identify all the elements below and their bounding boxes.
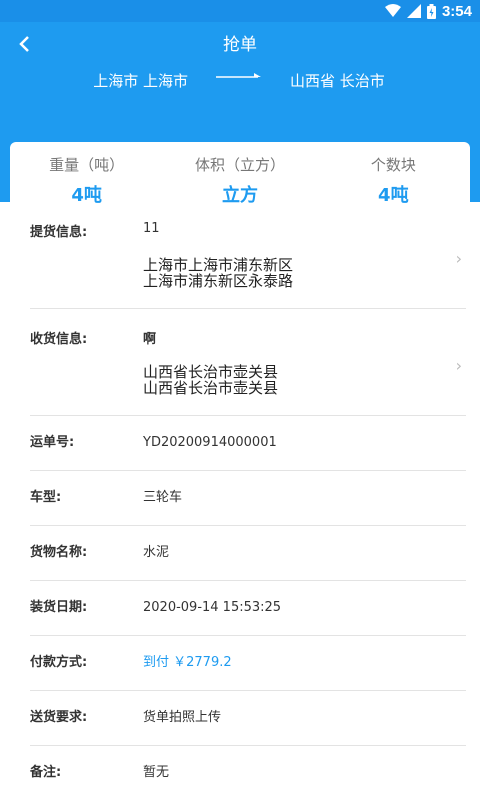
cargo-value: 水泥 (143, 545, 170, 560)
payment-value: 到付 ￥2779.2 (143, 655, 232, 670)
pickup-address-line2: 上海市浦东新区永泰路 (143, 272, 294, 290)
waybill-label: 运单号: (30, 435, 75, 450)
stat-label: 重量（吨） (49, 156, 125, 174)
delivery-info-row[interactable]: 收货信息: 啊 山西省长治市壶关县 山西省长治市壶关县 › (30, 309, 466, 416)
route-arrow-icon (216, 73, 261, 78)
vehicle-row: 车型: 三轮车 (30, 471, 466, 526)
wifi-icon (384, 4, 401, 18)
payment-row: 付款方式: 到付 ￥2779.2 (30, 636, 466, 691)
payment-label: 付款方式: (30, 655, 88, 670)
signal-icon (406, 4, 421, 18)
chevron-right-icon: › (455, 249, 462, 268)
remark-value: 暂无 (143, 765, 170, 780)
delivery-label: 收货信息: (30, 332, 88, 347)
page-title: 抢单 (223, 35, 257, 55)
header: 抢单 上海市 上海市 山西省 长治市 重量（吨） 4吨 体积（立方） 立方 个数… (0, 22, 480, 222)
load-date-label: 装货日期: (30, 600, 88, 615)
pickup-info-row[interactable]: 提货信息: 11 上海市上海市浦东新区 上海市浦东新区永泰路 › (30, 202, 466, 309)
load-date-row: 装货日期: 2020-09-14 15:53:25 (30, 581, 466, 636)
load-date-value: 2020-09-14 15:53:25 (143, 600, 282, 615)
pickup-address: 上海市上海市浦东新区 上海市浦东新区永泰路 (143, 257, 293, 289)
route: 上海市 上海市 山西省 长治市 (0, 70, 480, 90)
status-time: 3:54 (441, 2, 472, 20)
battery-icon (426, 3, 436, 19)
pickup-name: 11 (143, 221, 160, 236)
delivery-name: 啊 (143, 332, 157, 347)
stat-label: 个数块 (370, 156, 416, 174)
waybill-value: YD20200914000001 (143, 435, 277, 450)
cargo-row: 货物名称: 水泥 (30, 526, 466, 581)
delivery-address: 山西省长治市壶关县 山西省长治市壶关县 (143, 364, 278, 396)
stat-label: 体积（立方） (194, 156, 285, 174)
delivery-address-line2: 山西省长治市壶关县 (143, 379, 279, 397)
vehicle-value: 三轮车 (143, 490, 183, 505)
delivery-address-line1: 山西省长治市壶关县 (143, 363, 279, 381)
route-from: 上海市 上海市 (93, 72, 188, 90)
delivery-requirement-row: 送货要求: 货单拍照上传 (30, 691, 466, 746)
status-bar: 3:54 (0, 0, 480, 22)
waybill-row: 运单号: YD20200914000001 (30, 416, 466, 471)
pickup-address-line1: 上海市上海市浦东新区 (143, 256, 294, 274)
delivery-requirement-label: 送货要求: (30, 710, 88, 725)
route-to: 山西省 长治市 (290, 72, 385, 90)
remark-label: 备注: (30, 765, 62, 780)
vehicle-label: 车型: (30, 490, 62, 505)
status-icons: 3:54 (384, 0, 472, 22)
chevron-right-icon: › (455, 356, 462, 375)
remark-row: 备注: 暂无 (30, 746, 466, 800)
order-details: 提货信息: 11 上海市上海市浦东新区 上海市浦东新区永泰路 › 收货信息: 啊… (0, 202, 480, 800)
pickup-label: 提货信息: (30, 225, 88, 240)
cargo-label: 货物名称: (30, 545, 88, 560)
delivery-requirement-value: 货单拍照上传 (143, 710, 222, 725)
